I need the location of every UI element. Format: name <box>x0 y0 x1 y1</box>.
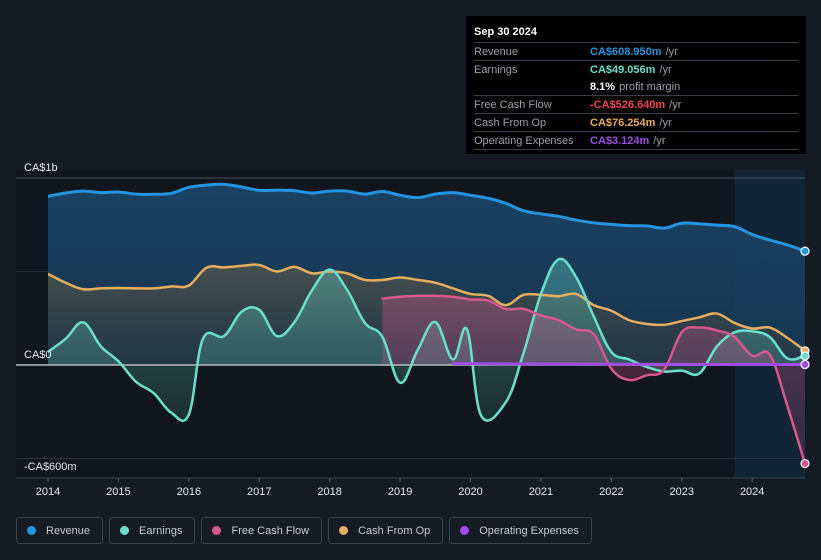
endpoint-earnings[interactable] <box>800 351 810 361</box>
tooltip-date: Sep 30 2024 <box>474 24 798 43</box>
tooltip-row-label <box>474 79 590 95</box>
tooltip-row: Revenue CA$608.950m/yr <box>474 43 798 61</box>
legend-dot-icon <box>120 526 130 535</box>
tooltip-row-label: Free Cash Flow <box>474 99 552 111</box>
x-tick-label: 2024 <box>740 486 764 498</box>
x-tick-label: 2015 <box>106 486 130 498</box>
legend-item-revenue[interactable]: Revenue <box>16 517 104 544</box>
tooltip-row-unit: /yr <box>669 99 682 111</box>
legend-label: Operating Expenses <box>479 524 579 537</box>
tooltip-row: 8.1% profit margin <box>474 78 798 96</box>
tooltip-row-label: Revenue <box>474 46 519 58</box>
legend: Revenue Earnings Free Cash Flow Cash From O… <box>16 517 592 544</box>
tooltip-row-value: CA$3.124m <box>590 135 650 147</box>
legend-dot-icon <box>339 526 349 535</box>
tooltip-row-value: CA$608.950m <box>590 46 662 58</box>
tooltip-row-label: Operating Expenses <box>474 135 574 147</box>
legend-dot-icon <box>27 526 36 535</box>
tooltip-row-unit: profit margin <box>619 81 681 93</box>
x-tick-label: 2022 <box>599 486 623 498</box>
legend-dot-icon <box>460 526 470 535</box>
tooltip-row: Free Cash Flow -CA$526.640m/yr <box>474 96 798 114</box>
x-tick-label: 2019 <box>388 486 412 498</box>
tooltip-row-unit: /yr <box>665 46 678 58</box>
tooltip-row: Operating Expenses CA$3.124m/yr <box>474 132 798 150</box>
tooltip-rows: Revenue CA$608.950m/yr Earnings CA$49.056m /… <box>474 43 798 150</box>
tooltip-row-label: Cash From Op <box>474 117 547 129</box>
legend-item-operating-expenses[interactable]: Operating Expenses <box>449 517 592 544</box>
tooltip-row: Earnings CA$49.056m/yr <box>474 61 798 78</box>
tooltip-row-unit: /yr <box>653 135 666 147</box>
endpoint-fcf[interactable] <box>800 458 810 469</box>
line-opex <box>451 362 805 366</box>
legend-label: Revenue <box>46 524 91 537</box>
x-tick-label: 2023 <box>670 486 694 498</box>
legend-item-cash-from-op[interactable]: Cash From Op <box>328 517 444 544</box>
y-tick-label: CA$0 <box>24 349 52 361</box>
legend-label: Cash From Op <box>358 524 431 537</box>
endpoint-revenue[interactable] <box>800 246 810 256</box>
endpoint-opex[interactable] <box>800 359 810 370</box>
x-tick-label: 2021 <box>529 486 553 498</box>
x-tick-label: 2018 <box>317 486 341 498</box>
legend-item-free-cash-flow[interactable]: Free Cash Flow <box>201 517 323 544</box>
x-tick-label: 2016 <box>177 486 201 498</box>
tooltip-row-label: Earnings <box>474 64 518 76</box>
tooltip-row-value: CA$76.254m <box>590 117 656 129</box>
x-tick-label: 2017 <box>247 486 271 498</box>
legend-label: Free Cash Flow <box>231 524 310 537</box>
x-tick-label: 2020 <box>458 486 482 498</box>
y-tick-label: CA$1b <box>24 162 58 174</box>
legend-label: Earnings <box>139 524 183 537</box>
tooltip-row-unit: /yr <box>659 117 672 129</box>
x-axis: 2014 2015 2016 2017 2018 2019 2020 2021 2022 2023… <box>36 478 764 498</box>
y-tick-label: -CA$600m <box>24 461 77 473</box>
tooltip: Sep 30 2024 Revenue CA$608.950m/yr Earning… <box>466 16 806 154</box>
legend-item-earnings[interactable]: Earnings <box>109 517 196 544</box>
x-tick-label: 2014 <box>36 486 60 498</box>
tooltip-row-unit: /yr <box>659 64 672 76</box>
tooltip-row: Cash From Op CA$76.254m/yr <box>474 114 798 132</box>
tooltip-row-value: -CA$526.640m <box>590 99 666 111</box>
tooltip-row-value: 8.1% <box>590 81 616 93</box>
legend-dot-icon <box>212 526 222 535</box>
tooltip-row-value: CA$49.056m <box>590 64 656 76</box>
